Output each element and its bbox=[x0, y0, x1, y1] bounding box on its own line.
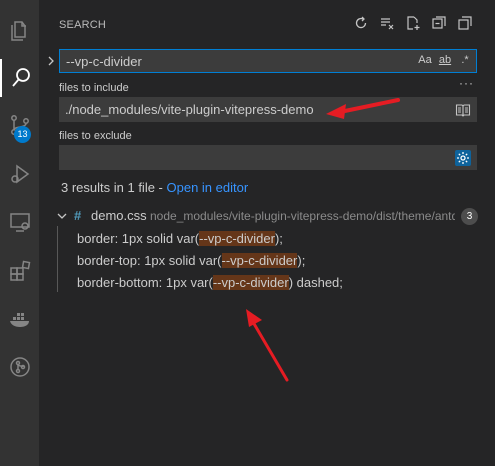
search-input[interactable]: --vp-c-divider Aa ab .* bbox=[59, 49, 477, 73]
results-summary: 3 results in 1 file - Open in editor bbox=[61, 180, 248, 195]
exclude-label: files to exclude bbox=[59, 130, 132, 142]
match-prefix: border-bottom: 1px var( bbox=[77, 275, 213, 290]
search-query: --vp-c-divider bbox=[66, 54, 142, 69]
include-value: ./node_modules/vite-plugin-vitepress-dem… bbox=[65, 102, 314, 117]
view-as-tree-icon[interactable] bbox=[457, 15, 473, 31]
file-result-row[interactable]: # demo.css node_modules/vite-plugin-vite… bbox=[39, 206, 495, 226]
match-highlight: --vp-c-divider bbox=[221, 253, 298, 268]
whole-word-toggle[interactable]: ab bbox=[438, 54, 452, 66]
run-debug-icon[interactable] bbox=[0, 155, 39, 193]
match-highlight: --vp-c-divider bbox=[212, 275, 289, 290]
file-name: demo.css bbox=[91, 208, 147, 223]
search-options: Aa ab .* bbox=[418, 54, 472, 66]
gear-icon[interactable] bbox=[455, 150, 471, 166]
match-line[interactable]: border-bottom: 1px var(--vp-c-divider) d… bbox=[77, 275, 343, 290]
indent-guide bbox=[57, 226, 58, 292]
regex-toggle[interactable]: .* bbox=[458, 54, 472, 66]
match-count-badge: 3 bbox=[461, 208, 478, 225]
extensions-icon[interactable] bbox=[0, 252, 39, 290]
results-count: 3 results in 1 file - bbox=[61, 180, 167, 195]
toggle-replace-chevron-icon[interactable] bbox=[45, 55, 57, 67]
book-icon[interactable] bbox=[455, 102, 471, 118]
search-icon[interactable] bbox=[0, 59, 39, 97]
match-suffix: ); bbox=[297, 253, 306, 268]
css-file-icon: # bbox=[74, 208, 82, 223]
sidebar-title: SEARCH bbox=[59, 19, 107, 31]
collapse-all-icon[interactable] bbox=[431, 15, 447, 31]
toggle-search-details-button[interactable]: ··· bbox=[459, 76, 474, 90]
clear-results-icon[interactable] bbox=[379, 15, 395, 31]
source-control-badge: 13 bbox=[14, 126, 31, 143]
match-highlight: --vp-c-divider bbox=[199, 231, 275, 246]
search-sidebar: SEARCH --vp-c-divider Aa ab .* ··· files… bbox=[39, 0, 495, 466]
activity-bar: 13 bbox=[0, 0, 39, 466]
explorer-icon[interactable] bbox=[0, 12, 39, 50]
exclude-input[interactable] bbox=[59, 145, 477, 170]
match-prefix: border-top: 1px solid var( bbox=[77, 253, 222, 268]
docker-icon[interactable] bbox=[0, 300, 39, 338]
include-label: files to include bbox=[59, 82, 129, 94]
open-in-editor-link[interactable]: Open in editor bbox=[167, 180, 249, 195]
match-suffix: ); bbox=[274, 231, 283, 246]
file-path: node_modules/vite-plugin-vitepress-demo/… bbox=[150, 209, 455, 223]
match-line[interactable]: border-top: 1px solid var(--vp-c-divider… bbox=[77, 253, 305, 268]
remote-explorer-icon[interactable] bbox=[0, 203, 39, 241]
refresh-icon[interactable] bbox=[353, 15, 369, 31]
include-input[interactable]: ./node_modules/vite-plugin-vitepress-dem… bbox=[59, 97, 477, 122]
title-actions bbox=[353, 15, 473, 31]
git-graph-icon[interactable] bbox=[0, 348, 39, 386]
chevron-down-icon[interactable] bbox=[56, 210, 68, 222]
match-suffix: ) dashed; bbox=[288, 275, 343, 290]
match-prefix: border: 1px solid var( bbox=[77, 231, 200, 246]
match-case-toggle[interactable]: Aa bbox=[418, 54, 432, 66]
new-search-editor-icon[interactable] bbox=[405, 15, 421, 31]
match-line[interactable]: border: 1px solid var(--vp-c-divider); bbox=[77, 231, 283, 246]
